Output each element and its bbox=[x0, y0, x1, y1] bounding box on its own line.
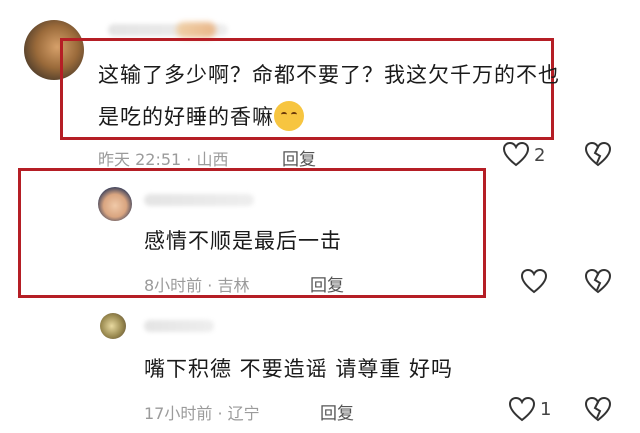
comment-text-line2: 是吃的好睡的香嘛 bbox=[98, 100, 304, 134]
location: 辽宁 bbox=[227, 404, 260, 423]
avatar[interactable] bbox=[98, 187, 132, 221]
timestamp: 昨天 22:51 bbox=[98, 150, 182, 169]
reply-button[interactable]: 回复 bbox=[320, 399, 354, 424]
username[interactable] bbox=[144, 194, 254, 206]
dislike-broken-heart-icon[interactable] bbox=[584, 268, 612, 294]
comment-meta: 昨天 22:51 · 山西 bbox=[98, 150, 229, 169]
comment-meta: 17小时前 · 辽宁 bbox=[144, 404, 260, 423]
comment-text-line1: 这输了多少啊？命都不要了？我这欠千万的不也 bbox=[98, 63, 560, 87]
username[interactable] bbox=[144, 320, 214, 332]
comment-text: 嘴下积德 不要造谣 请尊重 好吗 bbox=[144, 357, 454, 381]
timestamp: 8小时前 bbox=[144, 276, 203, 295]
like-count: 1 bbox=[540, 399, 552, 420]
location: 山西 bbox=[196, 150, 229, 169]
dislike-broken-heart-icon[interactable] bbox=[584, 396, 612, 422]
like-heart-icon[interactable] bbox=[508, 396, 536, 422]
like-heart-icon[interactable] bbox=[520, 268, 548, 294]
comment-meta: 8小时前 · 吉林 bbox=[144, 276, 250, 295]
timestamp: 17小时前 bbox=[144, 404, 213, 423]
yawning-face-icon bbox=[274, 101, 304, 131]
avatar[interactable] bbox=[100, 313, 126, 339]
username-emoji bbox=[176, 22, 216, 38]
comment-text: 是吃的好睡的香嘛 bbox=[98, 105, 274, 129]
reply-button[interactable]: 回复 bbox=[282, 145, 316, 170]
dislike-broken-heart-icon[interactable] bbox=[584, 141, 612, 167]
reply-button[interactable]: 回复 bbox=[310, 271, 344, 296]
like-count: 2 bbox=[534, 145, 546, 166]
location: 吉林 bbox=[217, 276, 250, 295]
comment-text: 感情不顺是最后一击 bbox=[144, 229, 342, 253]
like-heart-icon[interactable] bbox=[502, 141, 530, 167]
